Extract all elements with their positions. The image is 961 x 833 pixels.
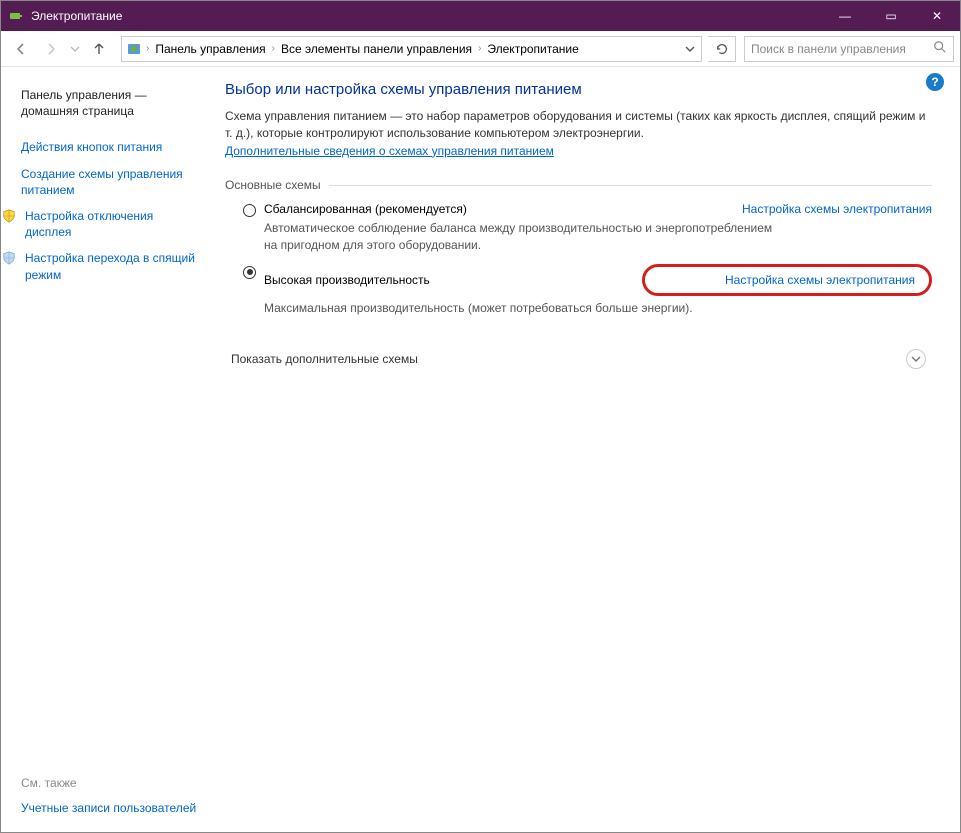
window-title: Электропитание xyxy=(31,9,122,23)
chevron-right-icon: › xyxy=(144,43,151,54)
radio-balanced[interactable] xyxy=(243,204,256,217)
main-content: ? Выбор или настройка схемы управления п… xyxy=(211,67,960,832)
sidebar-link-power-button-actions[interactable]: Действия кнопок питания xyxy=(21,135,201,161)
shield-icon xyxy=(1,250,17,266)
search-icon xyxy=(933,40,947,57)
minimize-button[interactable]: — xyxy=(822,1,868,31)
page-description: Схема управления питанием — это набор па… xyxy=(225,108,932,160)
sidebar-home-link[interactable]: Панель управления —домашняя страница xyxy=(21,83,201,125)
search-placeholder: Поиск в панели управления xyxy=(751,42,933,56)
sidebar-link-display-off[interactable]: Настройка отключения дисплея xyxy=(21,204,201,246)
more-info-link[interactable]: Дополнительные сведения о схемах управле… xyxy=(225,144,554,158)
power-plan-balanced: Сбалансированная (рекомендуется) Настрой… xyxy=(225,192,932,254)
nav-recent-dropdown[interactable] xyxy=(67,36,83,62)
refresh-button[interactable] xyxy=(708,36,736,62)
control-panel-icon xyxy=(124,41,144,57)
section-basic-plans: Основные схемы xyxy=(225,178,932,192)
chevron-right-icon: › xyxy=(270,43,277,54)
close-button[interactable]: ✕ xyxy=(914,1,960,31)
page-title: Выбор или настройка схемы управления пит… xyxy=(225,81,932,98)
sidebar-link-sleep[interactable]: Настройка перехода в спящий режим xyxy=(21,246,201,288)
plan-desc: Максимальная производительность (может п… xyxy=(264,296,784,317)
plan-name: Сбалансированная (рекомендуется) xyxy=(264,202,467,216)
address-bar[interactable]: › Панель управления › Все элементы панел… xyxy=(121,36,702,62)
plan-desc: Автоматическое соблюдение баланса между … xyxy=(264,216,784,254)
breadcrumb-item[interactable]: Электропитание xyxy=(483,37,582,61)
show-additional-plans[interactable]: Показать дополнительные схемы xyxy=(225,341,932,377)
plan-name: Высокая производительность xyxy=(264,273,430,287)
sidebar-link-create-plan[interactable]: Создание схемы управления питанием xyxy=(21,162,201,204)
title-bar: Электропитание — ▭ ✕ xyxy=(1,1,960,31)
sidebar: Панель управления —домашняя страница Дей… xyxy=(1,67,211,832)
battery-plug-icon xyxy=(9,8,25,24)
breadcrumb-item[interactable]: Панель управления xyxy=(151,37,269,61)
power-plan-high-performance: Высокая производительность Настройка схе… xyxy=(225,254,932,317)
breadcrumb-item[interactable]: Все элементы панели управления xyxy=(277,37,476,61)
maximize-button[interactable]: ▭ xyxy=(868,1,914,31)
chevron-right-icon: › xyxy=(476,43,483,54)
nav-forward-button[interactable] xyxy=(37,36,65,62)
chevron-down-icon xyxy=(906,349,926,369)
plan-settings-link-balanced[interactable]: Настройка схемы электропитания xyxy=(662,202,932,216)
help-button[interactable]: ? xyxy=(926,73,944,91)
nav-up-button[interactable] xyxy=(85,36,113,62)
radio-high-performance[interactable] xyxy=(243,266,256,279)
search-input[interactable]: Поиск в панели управления xyxy=(744,36,954,62)
see-also-label: См. также xyxy=(21,770,201,796)
nav-back-button[interactable] xyxy=(7,36,35,62)
address-dropdown-icon[interactable] xyxy=(681,44,699,54)
see-also-user-accounts[interactable]: Учетные записи пользователей xyxy=(21,796,201,822)
shield-icon xyxy=(1,208,17,224)
nav-toolbar: › Панель управления › Все элементы панел… xyxy=(1,31,960,67)
plan-settings-link-high-performance[interactable]: Настройка схемы электропитания xyxy=(642,264,932,296)
